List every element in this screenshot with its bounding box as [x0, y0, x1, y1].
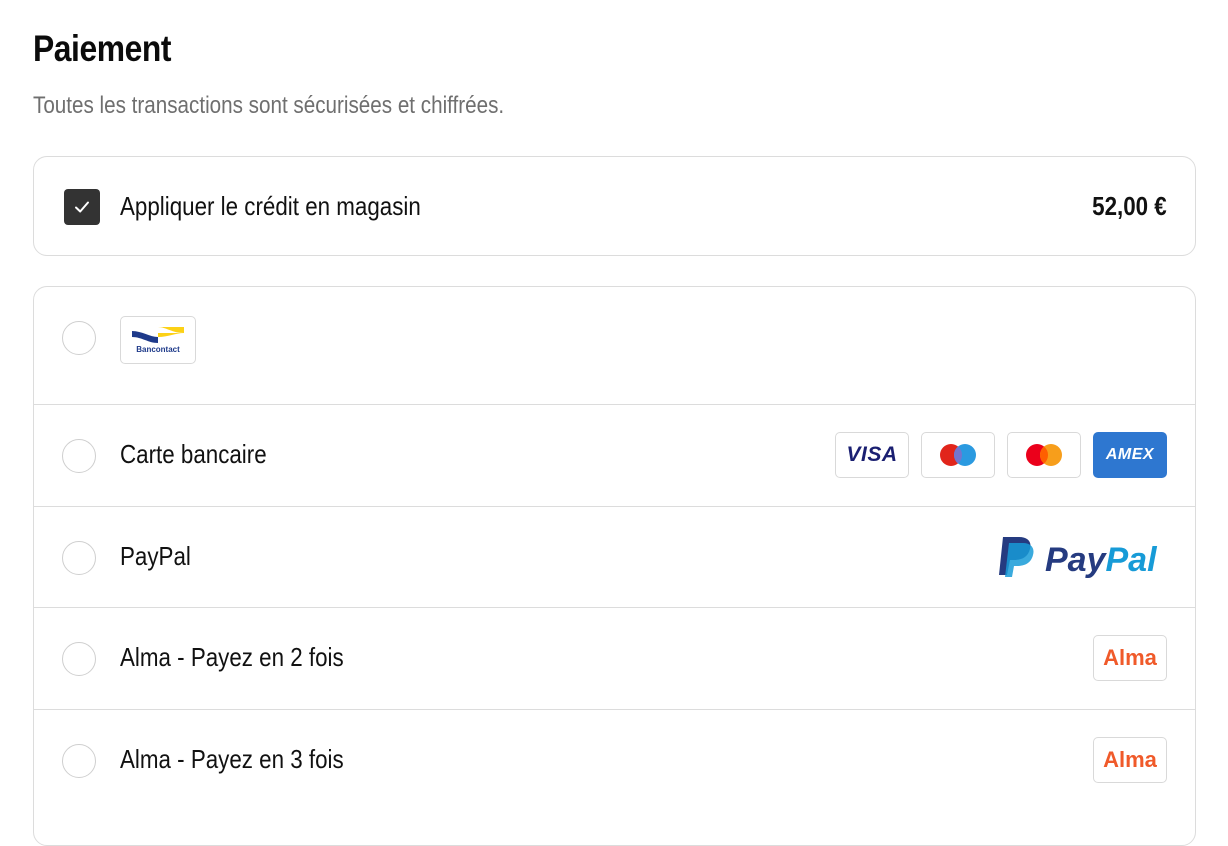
bancontact-logo-text: Bancontact — [136, 345, 180, 354]
alma-logo: Alma — [1093, 635, 1167, 681]
store-credit-amount: 52,00 € — [1092, 191, 1167, 221]
page-subtitle: Toutes les transactions sont sécurisées … — [33, 92, 505, 119]
alma-logo: Alma — [1093, 737, 1167, 783]
store-credit-label: Appliquer le crédit en magasin — [120, 191, 421, 221]
alma-logo-text: Alma — [1103, 645, 1157, 670]
payment-method-alma-3x[interactable]: Alma - Payez en 3 fois Alma — [34, 710, 1195, 812]
mastercard-logo — [1007, 432, 1081, 478]
maestro-logo — [921, 432, 995, 478]
page-title: Paiement — [33, 28, 172, 69]
alma-logo-text: Alma — [1103, 747, 1157, 772]
visa-logo: VISA — [835, 432, 909, 478]
visa-logo-text: VISA — [846, 443, 898, 466]
alma-2x-label: Alma - Payez en 2 fois — [120, 642, 344, 672]
svg-text:PayPal: PayPal — [1045, 541, 1158, 579]
amex-logo-text: AMEX — [1105, 446, 1155, 463]
payment-method-card[interactable]: Carte bancaire VISA AMEX — [34, 405, 1195, 507]
paypal-label: PayPal — [120, 541, 191, 571]
store-credit-checkbox[interactable] — [64, 189, 100, 225]
card-radio[interactable] — [62, 439, 96, 473]
payment-method-paypal[interactable]: PayPal PayPal — [34, 507, 1195, 608]
bancontact-radio[interactable] — [62, 321, 96, 355]
alma-2x-radio[interactable] — [62, 642, 96, 676]
payment-method-alma-2x[interactable]: Alma - Payez en 2 fois Alma — [34, 608, 1195, 710]
alma-3x-radio[interactable] — [62, 744, 96, 778]
payment-method-bancontact[interactable]: Bancontact — [34, 287, 1195, 405]
checkmark-icon — [75, 201, 89, 213]
alma-3x-label: Alma - Payez en 3 fois — [120, 744, 344, 774]
card-label: Carte bancaire — [120, 439, 267, 469]
paypal-logo: PayPal — [997, 533, 1167, 579]
paypal-radio[interactable] — [62, 541, 96, 575]
payment-methods-list: Bancontact Carte bancaire VISA AMEX PayP… — [33, 286, 1196, 846]
store-credit-option[interactable]: Appliquer le crédit en magasin 52,00 € — [33, 156, 1196, 256]
bancontact-logo: Bancontact — [120, 316, 196, 364]
amex-logo: AMEX — [1093, 432, 1167, 478]
